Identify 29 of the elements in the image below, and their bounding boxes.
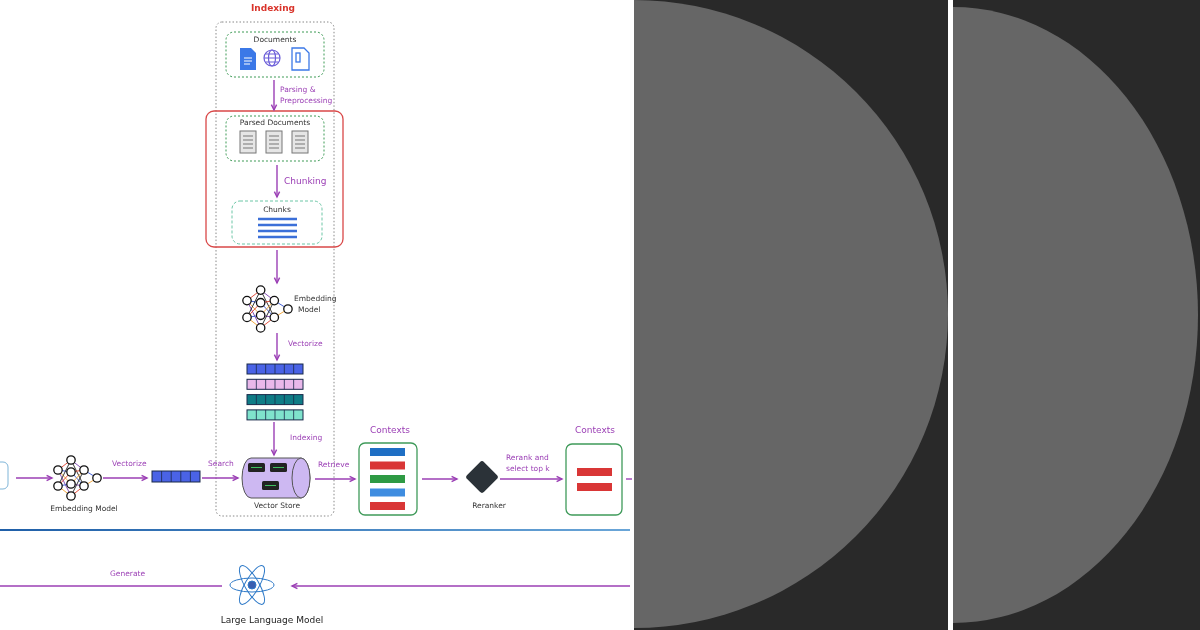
database-cylinder-icon bbox=[241, 457, 311, 499]
arrow bbox=[314, 475, 357, 483]
section-title: Indexing bbox=[251, 3, 295, 13]
group-title: Contexts bbox=[575, 425, 615, 435]
arrow bbox=[273, 164, 281, 199]
group-title: Contexts bbox=[370, 425, 410, 435]
arrow bbox=[421, 475, 459, 483]
arrow bbox=[499, 475, 564, 483]
neural-network-icon bbox=[53, 455, 102, 501]
arrow bbox=[270, 421, 278, 457]
arrow bbox=[102, 474, 149, 482]
atom-icon bbox=[229, 565, 275, 605]
text-document-icon bbox=[239, 130, 257, 154]
globe-icon bbox=[263, 49, 281, 67]
arrow bbox=[273, 249, 281, 285]
edge-label: Chunking bbox=[284, 176, 327, 186]
document-icon bbox=[240, 48, 256, 70]
arrow bbox=[15, 474, 54, 482]
text-document-icon bbox=[265, 130, 283, 154]
text-document-icon bbox=[291, 130, 309, 154]
neural-network-icon bbox=[242, 285, 293, 333]
arrow bbox=[201, 474, 240, 482]
file-icon bbox=[291, 47, 310, 71]
node-label: Large Language Model bbox=[220, 615, 324, 625]
arrow bbox=[270, 79, 278, 112]
vector-icon bbox=[151, 470, 201, 483]
chunk-lines-icon bbox=[256, 217, 299, 239]
query-box bbox=[0, 461, 9, 490]
arrow bbox=[273, 332, 281, 362]
